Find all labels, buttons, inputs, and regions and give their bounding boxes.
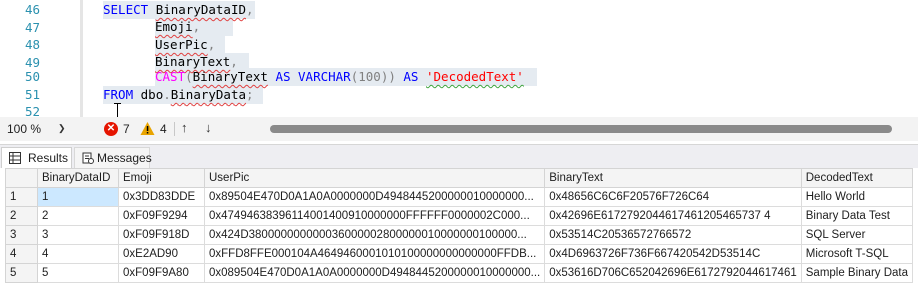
- keyword: AS: [403, 69, 419, 84]
- table-cell[interactable]: Microsoft T-SQL: [800, 244, 914, 264]
- line-number: 50: [24, 69, 40, 84]
- column-header[interactable]: BinaryDataID: [37, 168, 119, 188]
- table-row[interactable]: 3 3 0xF09F918D 0x424D3800000000000360000028…: [5, 225, 914, 245]
- change-indicator-bar: [80, 0, 83, 117]
- table-cell[interactable]: 0xE2AD90: [118, 244, 205, 264]
- arrow-up-icon[interactable]: ↑: [181, 120, 188, 135]
- zoom-value: 100 %: [7, 122, 42, 136]
- table-cell[interactable]: 5: [37, 263, 119, 283]
- code-area[interactable]: SELECT BinaryDataID, Emoji, UserPic, Bin…: [103, 0, 918, 117]
- table-cell[interactable]: 3: [37, 225, 119, 245]
- table-cell[interactable]: 0xF09F918D: [118, 225, 205, 245]
- dot: .: [163, 87, 171, 102]
- table-row[interactable]: 5 5 0xF09F9A80 0x089504E470D0A1A0A0000000D4…: [5, 263, 914, 283]
- keyword: AS: [275, 69, 291, 84]
- grid-icon: [9, 152, 21, 164]
- table-cell[interactable]: 0x424D3800000000000360000028000000100000…: [203, 225, 546, 245]
- code-line-47: Emoji,: [155, 18, 200, 36]
- table-cell[interactable]: 0x4D6963726F736F667420542D53514C: [544, 244, 802, 264]
- error-icon[interactable]: ✕: [104, 122, 118, 136]
- code-line-46: SELECT BinaryDataID,: [103, 1, 254, 19]
- column-header[interactable]: DecodedText: [800, 168, 914, 188]
- table-cell[interactable]: Sample Binary Data: [800, 263, 914, 283]
- results-table[interactable]: BinaryDataID Emoji UserPic BinaryText De…: [5, 168, 914, 283]
- line-number: 51: [24, 87, 40, 102]
- table-row[interactable]: 2 2 0xF09F9294 0x47494638396114001400910000…: [5, 206, 914, 226]
- messages-icon: [82, 152, 94, 164]
- results-grid[interactable]: BinaryDataID Emoji UserPic BinaryText De…: [0, 168, 918, 306]
- tab-messages[interactable]: Messages: [74, 147, 152, 168]
- code-line-50: CAST(BinaryText AS VARCHAR(100)) AS 'Dec…: [155, 68, 524, 86]
- row-number[interactable]: 1: [5, 187, 38, 207]
- row-selector-header[interactable]: [5, 168, 38, 188]
- table-cell[interactable]: 0x89504E470D0A1A0A0000000D49484452000000…: [203, 187, 546, 207]
- line-number-gutter: 46 47 48 49 50 51 52: [0, 0, 83, 119]
- error-count[interactable]: 7: [123, 122, 130, 136]
- column-identifier: BinaryDataID: [155, 2, 246, 17]
- table-row[interactable]: 4 4 0xE2AD90 0xFFD8FFE000104A46494600010101…: [5, 244, 914, 264]
- column-identifier: BinaryText: [155, 54, 231, 69]
- table-cell[interactable]: 4: [37, 244, 119, 264]
- table-header-row: BinaryDataID Emoji UserPic BinaryText De…: [5, 168, 914, 188]
- table-cell[interactable]: 0x47494638396114001400910000000FFFFFF000…: [203, 206, 546, 226]
- code-line-48: UserPic,: [155, 36, 215, 54]
- keyword: FROM: [103, 87, 134, 102]
- code-line-51: FROM dbo.BinaryData;: [103, 86, 254, 104]
- keyword: SELECT: [103, 2, 149, 17]
- warning-icon[interactable]: [140, 121, 155, 136]
- table-cell[interactable]: 1: [37, 187, 119, 207]
- column-header[interactable]: Emoji: [118, 168, 205, 188]
- chevron-down-icon: ❯: [58, 123, 66, 133]
- table-cell[interactable]: 0x53514C20536572766572: [544, 225, 802, 245]
- semicolon: ;: [246, 87, 254, 102]
- table-cell[interactable]: 0x48656C6C6F20576F726C64: [544, 187, 802, 207]
- row-number[interactable]: 3: [5, 225, 38, 245]
- horizontal-scrollbar[interactable]: [270, 125, 892, 133]
- table-cell[interactable]: 0x3DD83DDE: [118, 187, 205, 207]
- length-spec: (100)): [350, 69, 396, 84]
- tab-results[interactable]: Results: [1, 147, 72, 168]
- table-row[interactable]: 1 1 0x3DD83DDE 0x89504E470D0A1A0A0000000D49…: [5, 187, 914, 207]
- row-number[interactable]: 5: [5, 263, 38, 283]
- column-header[interactable]: UserPic: [203, 168, 546, 188]
- column-identifier: Emoji: [155, 19, 193, 34]
- table-cell[interactable]: Hello World: [800, 187, 914, 207]
- separator: [174, 122, 175, 136]
- paren: (: [185, 69, 193, 84]
- row-number[interactable]: 2: [5, 206, 38, 226]
- zoom-dropdown[interactable]: 100 % ❯: [2, 120, 74, 139]
- table-cell[interactable]: 0xF09F9294: [118, 206, 205, 226]
- tab-label: Results: [28, 151, 69, 165]
- column-identifier: BinaryText: [192, 69, 268, 84]
- line-number: 48: [24, 37, 40, 52]
- comma: ,: [207, 37, 216, 52]
- string-literal: 'DecodedText': [426, 69, 524, 84]
- tab-label: Messages: [97, 151, 152, 165]
- type-name: VARCHAR: [298, 69, 351, 84]
- column-header[interactable]: BinaryText: [544, 168, 802, 188]
- schema-identifier: dbo: [140, 87, 164, 102]
- comma: ,: [230, 54, 238, 69]
- table-cell[interactable]: 2: [37, 206, 119, 226]
- line-number: 47: [24, 20, 40, 35]
- table-cell[interactable]: 0xFFD8FFE000104A464946000101010000000000…: [203, 244, 546, 264]
- table-cell[interactable]: Binary Data Test: [800, 206, 914, 226]
- table-cell[interactable]: SQL Server: [800, 225, 914, 245]
- comma: ,: [246, 2, 254, 17]
- code-editor[interactable]: 46 47 48 49 50 51 52 SELECT BinaryDataID…: [0, 0, 918, 119]
- table-identifier: BinaryData: [170, 87, 247, 102]
- table-cell[interactable]: 0x53616D706C652042696E6172792044617461: [544, 263, 802, 283]
- arrow-down-icon[interactable]: ↓: [205, 120, 212, 135]
- warning-count[interactable]: 4: [160, 122, 167, 136]
- line-number: 46: [24, 2, 40, 17]
- row-number[interactable]: 4: [5, 244, 38, 264]
- function-name: CAST: [155, 69, 186, 84]
- table-cell[interactable]: 0x089504E470D0A1A0A0000000D4948445200000…: [203, 263, 546, 283]
- table-cell[interactable]: 0xF09F9A80: [118, 263, 205, 283]
- comma: ,: [192, 19, 201, 34]
- table-cell[interactable]: 0x42696E6172792044617461205465737 4: [544, 206, 802, 226]
- column-identifier: UserPic: [155, 37, 208, 52]
